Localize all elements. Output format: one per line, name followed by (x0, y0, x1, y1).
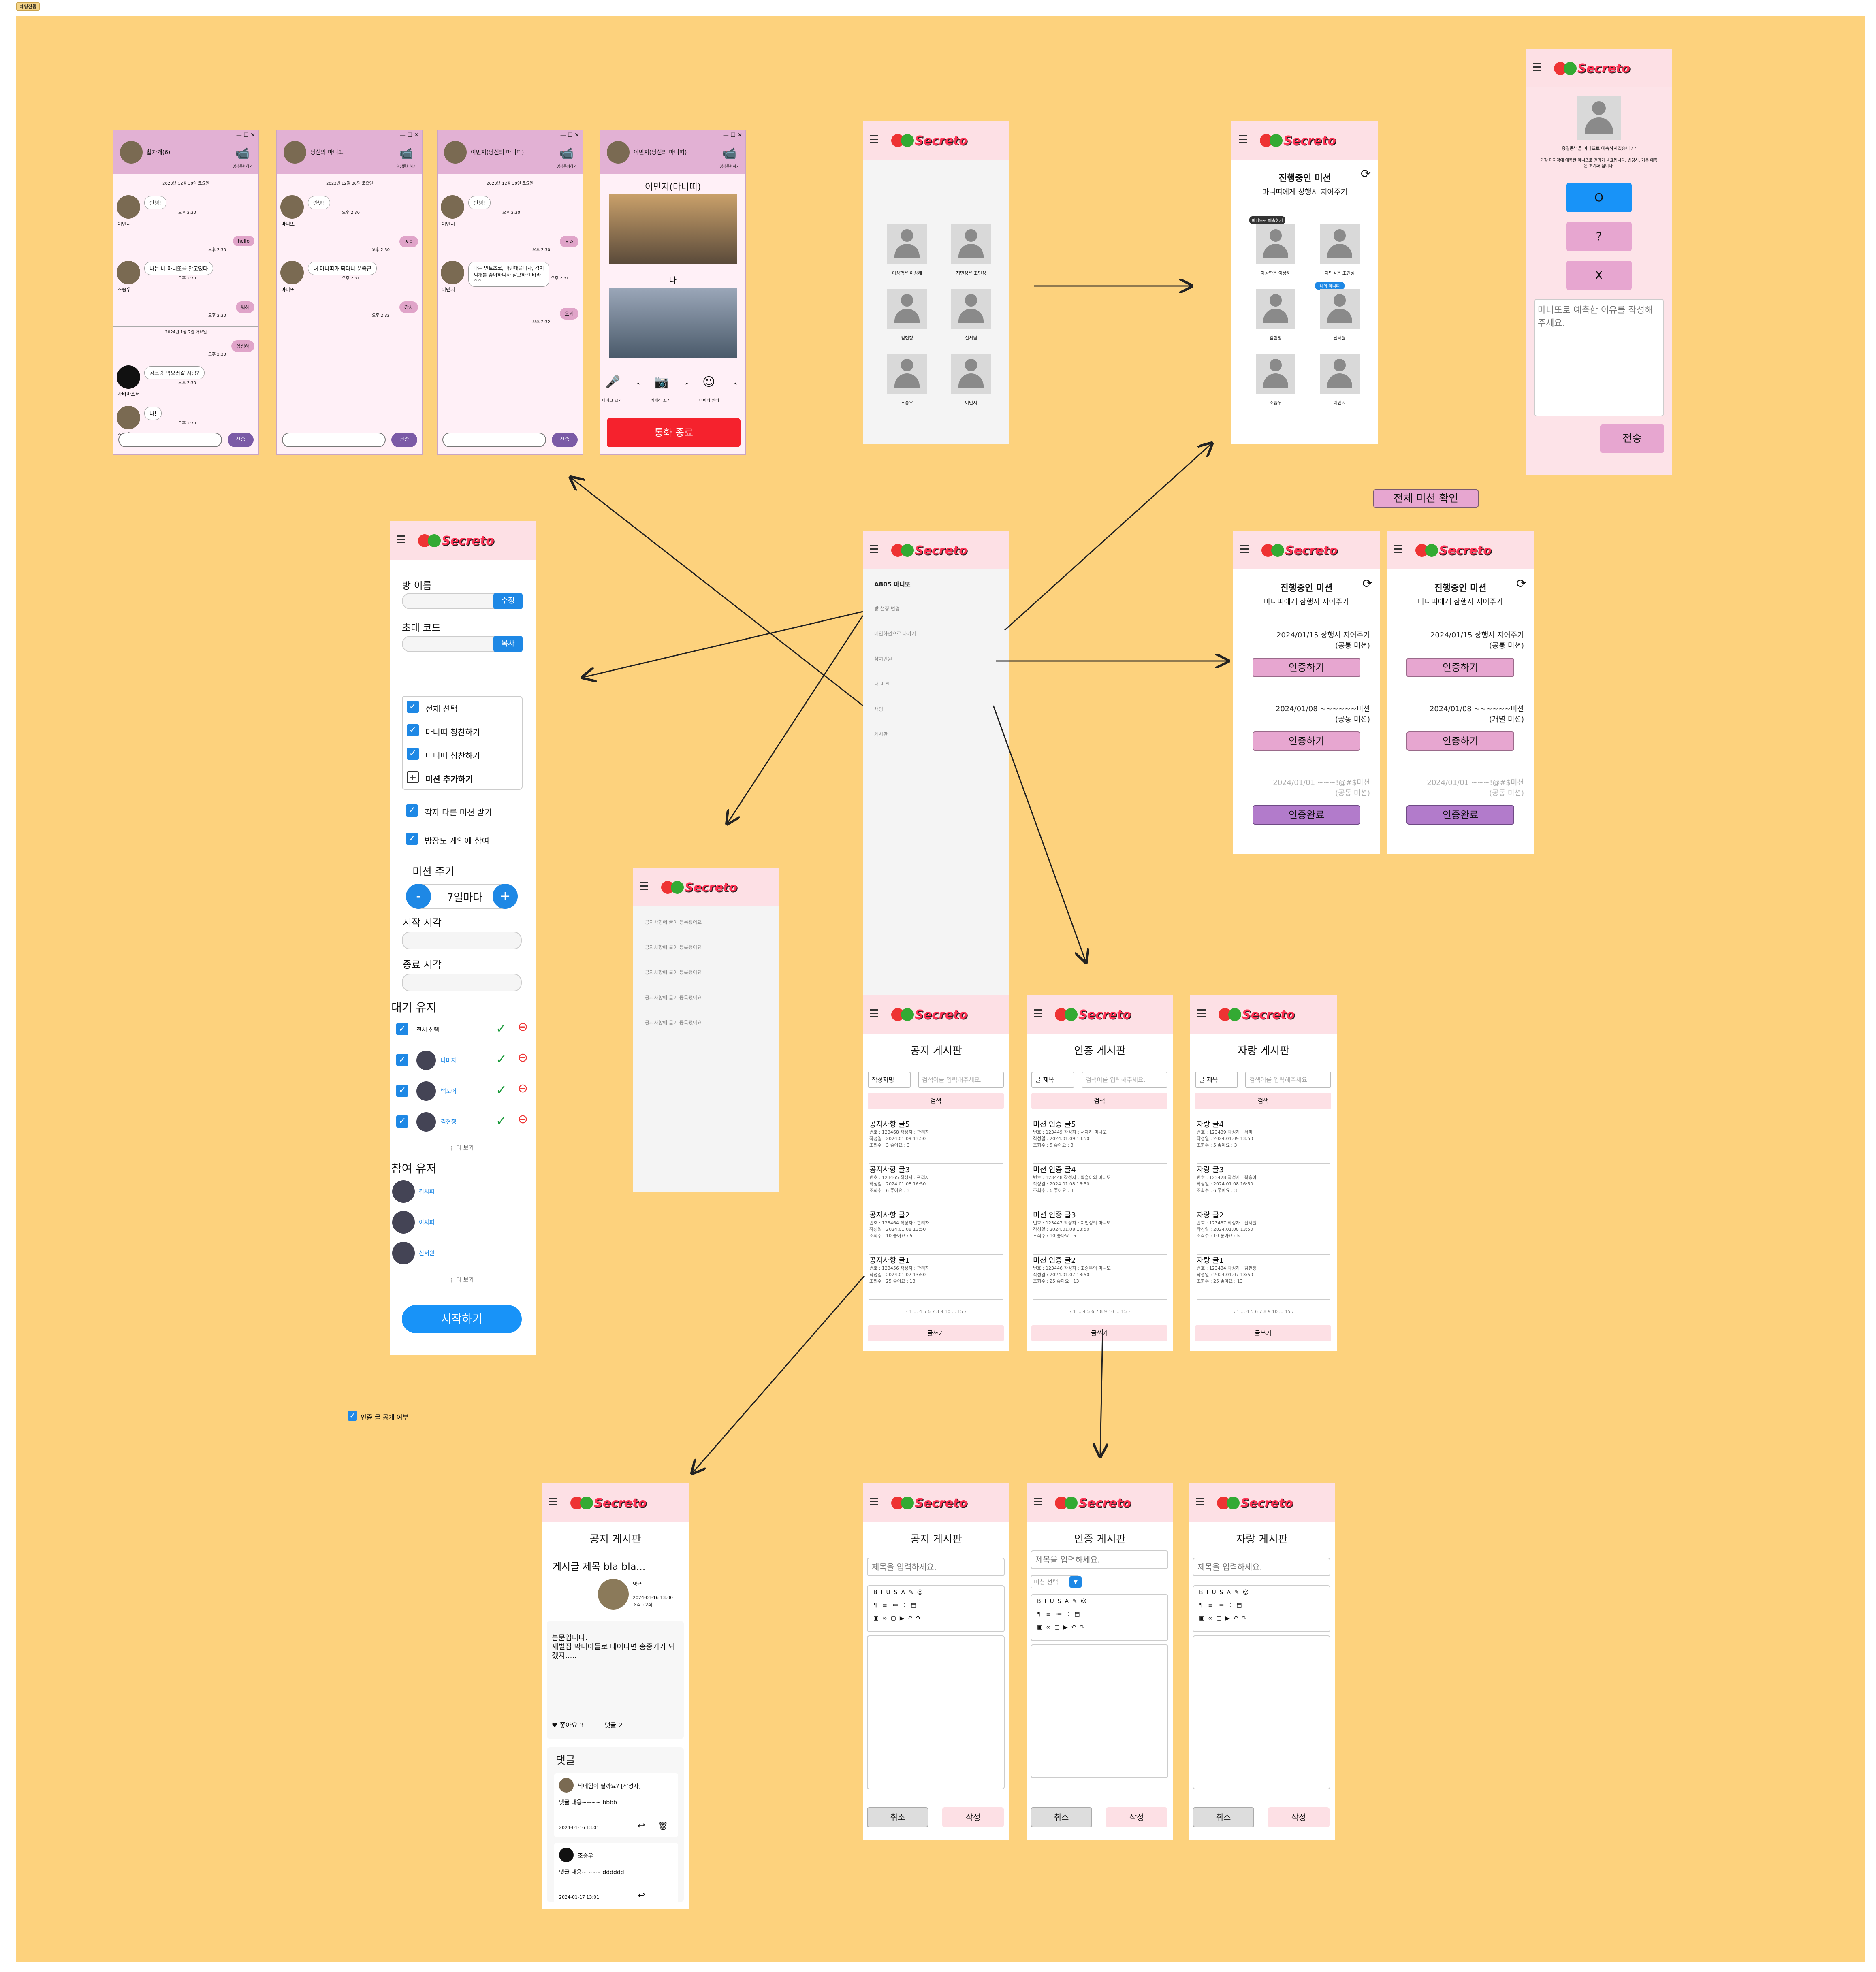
arrow-menu-to-chats (571, 478, 863, 706)
arrow-menu-to-notices (728, 615, 864, 823)
flow-arrows (0, 0, 1876, 1972)
arrow-menu-to-settings (583, 611, 863, 677)
arrow-menu-to-boards (992, 705, 1086, 961)
arrow-cert-to-write (1100, 1329, 1103, 1456)
arrow-menu-to-progress (1004, 444, 1211, 631)
arrow-notice-to-detail (693, 1275, 865, 1473)
